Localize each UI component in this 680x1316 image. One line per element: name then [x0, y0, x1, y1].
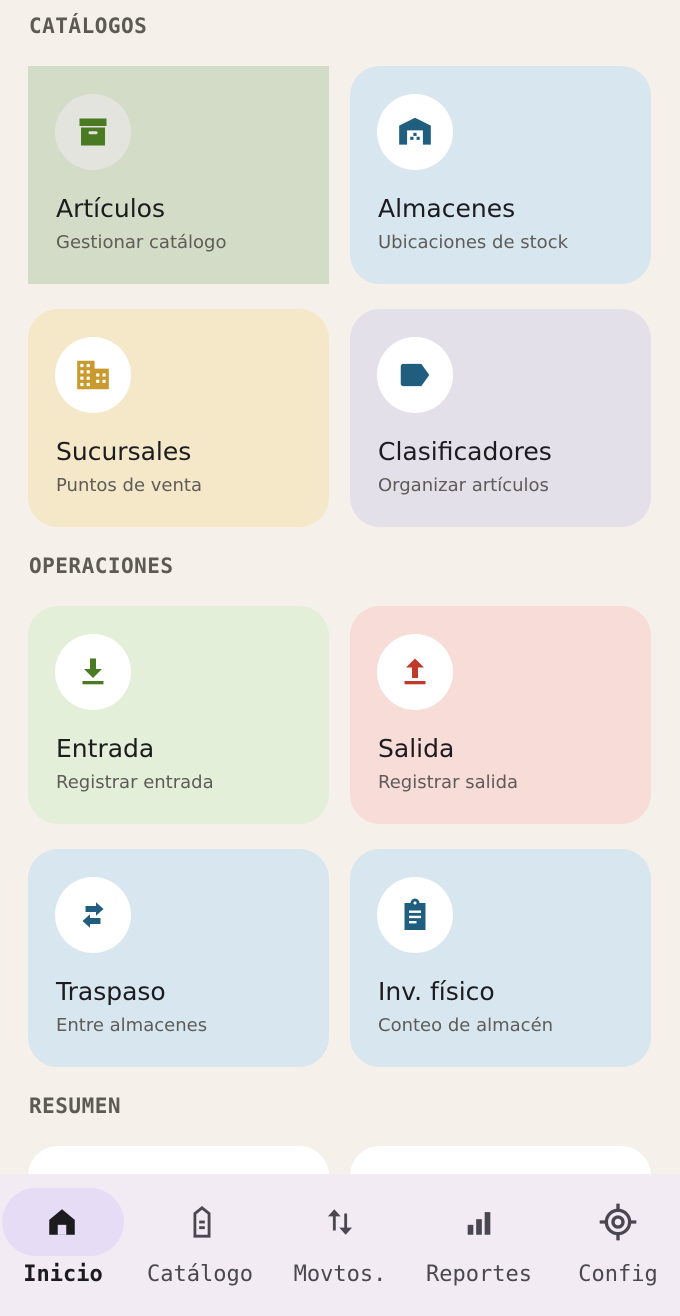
clipboard-icon	[377, 877, 453, 953]
card-title: Inv. físico	[378, 977, 495, 1006]
card-subtitle: Entre almacenes	[56, 1015, 208, 1036]
card-subtitle: Organizar artículos	[378, 475, 549, 496]
section-title-catalogos: CATÁLOGOS	[29, 14, 148, 38]
label-tag-icon	[377, 337, 453, 413]
section-title-operaciones: OPERACIONES	[29, 554, 174, 578]
card-subtitle: Puntos de venta	[56, 475, 202, 496]
warehouse-icon	[377, 94, 453, 170]
building-icon	[55, 337, 131, 413]
card-subtitle: Gestionar catálogo	[56, 232, 227, 253]
card-entrada[interactable]: Entrada Registrar entrada	[28, 606, 329, 824]
card-almacenes[interactable]: Almacenes Ubicaciones de stock	[350, 66, 651, 284]
section-title-resumen: RESUMEN	[29, 1094, 122, 1118]
up-down-arrows-icon	[318, 1200, 362, 1244]
target-icon	[596, 1200, 640, 1244]
upload-icon	[377, 634, 453, 710]
nav-label: Config	[578, 1262, 658, 1287]
swap-arrows-icon	[55, 877, 131, 953]
card-sucursales[interactable]: Sucursales Puntos de venta	[28, 309, 329, 527]
card-subtitle: Ubicaciones de stock	[378, 232, 569, 253]
card-clasificadores[interactable]: Clasificadores Organizar artículos	[350, 309, 651, 527]
download-icon	[55, 634, 131, 710]
home-screen: CATÁLOGOS Artículos Gestionar catálogo A…	[0, 0, 680, 1316]
nav-label: Inicio	[23, 1262, 103, 1287]
card-title: Sucursales	[56, 437, 192, 466]
card-title: Salida	[378, 734, 455, 763]
nav-item-config[interactable]: Config	[550, 1174, 680, 1316]
card-subtitle: Conteo de almacén	[378, 1015, 554, 1036]
card-title: Artículos	[56, 194, 165, 223]
card-traspaso[interactable]: Traspaso Entre almacenes	[28, 849, 329, 1067]
catalog-icon	[180, 1200, 224, 1244]
bottom-navigation: Inicio Catálogo Movtos. Reportes Config	[0, 1174, 680, 1316]
card-inventario-fisico[interactable]: Inv. físico Conteo de almacén	[350, 849, 651, 1067]
card-title: Clasificadores	[378, 437, 552, 466]
nav-label: Movtos.	[293, 1262, 387, 1287]
card-title: Almacenes	[378, 194, 516, 223]
card-title: Entrada	[56, 734, 155, 763]
card-subtitle: Registrar entrada	[56, 772, 214, 793]
nav-item-movtos[interactable]: Movtos.	[272, 1174, 408, 1316]
card-salida[interactable]: Salida Registrar salida	[350, 606, 651, 824]
card-articulos[interactable]: Artículos Gestionar catálogo	[28, 66, 329, 284]
archive-box-icon	[55, 94, 131, 170]
home-icon	[40, 1200, 84, 1244]
nav-item-reportes[interactable]: Reportes	[411, 1174, 547, 1316]
nav-label: Catálogo	[147, 1262, 253, 1287]
card-subtitle: Registrar salida	[378, 772, 519, 793]
bar-chart-icon	[457, 1200, 501, 1244]
nav-item-inicio[interactable]: Inicio	[0, 1174, 136, 1316]
nav-item-catalogo[interactable]: Catálogo	[132, 1174, 268, 1316]
card-title: Traspaso	[56, 977, 166, 1006]
nav-label: Reportes	[426, 1262, 532, 1287]
